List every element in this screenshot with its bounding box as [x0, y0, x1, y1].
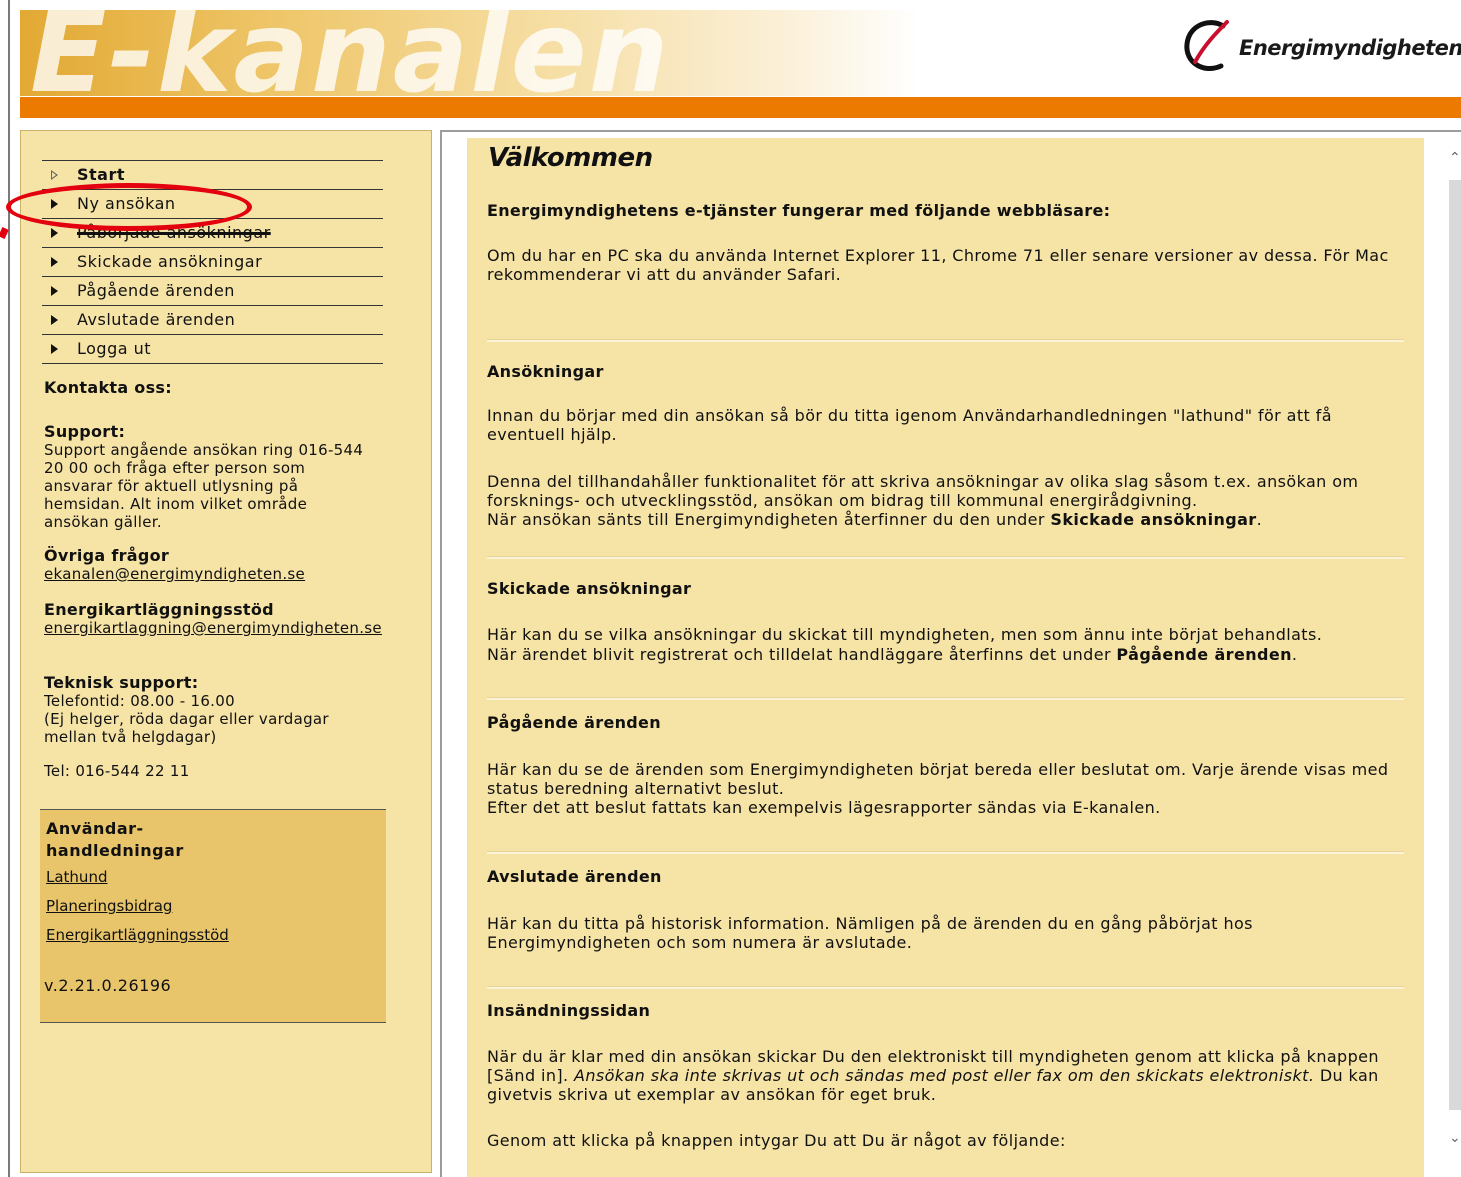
- sent-heading: Skickade ansökningar: [487, 579, 692, 598]
- triangle-right-icon: [51, 228, 58, 238]
- page-title: Välkommen: [488, 143, 653, 173]
- energy-audit-email-link[interactable]: energikartlaggning@energimyndigheten.se: [44, 619, 382, 637]
- section-divider: [487, 697, 1404, 700]
- section-divider: [487, 556, 1404, 559]
- other-questions-block: Övriga frågor ekanalen@energimyndigheten…: [44, 546, 384, 584]
- banner: E-kanalen: [20, 10, 920, 96]
- section-divider: [487, 986, 1404, 989]
- section-divider: [487, 339, 1404, 342]
- scrollbar-thumb[interactable]: [1449, 180, 1461, 1110]
- nav-item-label: Pågående ärenden: [77, 281, 235, 300]
- ongoing-text-1: Här kan du se de ärenden som Energimyndi…: [487, 760, 1389, 798]
- tech-support-heading: Teknisk support:: [44, 673, 199, 692]
- other-questions-heading: Övriga frågor: [44, 546, 170, 565]
- nav-item-label: Logga ut: [77, 339, 152, 358]
- support-block: Support: Support angående ansökan ring 0…: [44, 422, 384, 532]
- triangle-right-icon: [51, 286, 58, 296]
- submission-heading: Insändningssidan: [487, 1001, 651, 1020]
- applications-text-3: När ansökan sänts till Energimyndigheten…: [487, 510, 1263, 529]
- nav-item-avslutade-arenden[interactable]: Avslutade ärenden: [42, 306, 383, 335]
- tech-support-block: Teknisk support: Telefontid: 08.00 - 16.…: [44, 673, 384, 781]
- ongoing-text-2: Efter det att beslut fattats kan exempel…: [487, 798, 1161, 817]
- tech-support-phone: Tel: 016-544 22 11: [44, 762, 190, 780]
- triangle-right-icon: [51, 257, 58, 267]
- tech-support-hours: Telefontid: 08.00 - 16.00: [44, 692, 235, 710]
- support-text: Support angående ansökan ring 016-544 20…: [44, 441, 364, 531]
- nav-item-pagaende-arenden[interactable]: Pågående ärenden: [42, 277, 383, 306]
- user-guides-title: Användar- handledningar: [46, 819, 184, 860]
- nav-item-logga-ut[interactable]: Logga ut: [42, 335, 383, 364]
- support-heading: Support:: [44, 422, 126, 441]
- triangle-right-outline-icon: [51, 170, 58, 180]
- closed-heading: Avslutade ärenden: [487, 867, 662, 886]
- section-divider: [487, 851, 1404, 854]
- banner-title: E-kanalen: [30, 10, 671, 96]
- nav-item-label: Avslutade ärenden: [77, 310, 236, 329]
- sidebar: Start Ny ansökan Påbörjade ansökningar S…: [20, 130, 432, 1173]
- energy-audit-heading: Energikartläggningsstöd: [44, 600, 274, 619]
- header: E-kanalen Energimyndigheten: [20, 10, 1461, 118]
- scroll-down-icon[interactable]: ⌄: [1449, 1130, 1461, 1146]
- energy-audit-block: Energikartläggningsstöd energikartlaggni…: [44, 600, 384, 638]
- guide-link-energikartlaggningsstod[interactable]: Energikartläggningsstöd: [46, 926, 229, 944]
- ongoing-heading: Pågående ärenden: [487, 713, 661, 732]
- guide-link-lathund[interactable]: Lathund: [46, 868, 107, 886]
- logo-text: Energimyndigheten: [1239, 36, 1461, 60]
- window-edge: [8, 0, 10, 1177]
- triangle-right-icon: [51, 344, 58, 354]
- highlight-ellipse: [6, 183, 252, 231]
- nav-item-label: Skickade ansökningar: [77, 252, 263, 271]
- nav-item-skickade-ansokningar[interactable]: Skickade ansökningar: [42, 248, 383, 277]
- closed-text: Här kan du titta på historisk informatio…: [487, 914, 1253, 952]
- applications-text-2: Denna del tillhandahåller funktionalitet…: [487, 472, 1359, 510]
- vertical-scrollbar[interactable]: ⌃ ⌄: [1432, 140, 1461, 1173]
- version-label: v.2.21.0.26196: [44, 976, 172, 995]
- tech-support-note: (Ej helger, röda dagar eller vardagar me…: [44, 710, 329, 746]
- other-questions-email-link[interactable]: ekanalen@energimyndigheten.se: [44, 565, 305, 583]
- triangle-right-icon: [51, 315, 58, 325]
- scroll-up-icon[interactable]: ⌃: [1449, 150, 1461, 166]
- main-content: Välkommen Energimyndighetens e-tjänster …: [467, 138, 1424, 1177]
- header-orange-bar: [20, 97, 1461, 118]
- submission-text-2: Genom att klicka på knappen intygar Du a…: [487, 1131, 1066, 1150]
- user-guides-box: Användar- handledningar Lathund Planerin…: [40, 809, 386, 1023]
- submission-text-1: När du är klar med din ansökan skickar D…: [487, 1047, 1379, 1104]
- logo[interactable]: Energimyndigheten: [1183, 18, 1461, 78]
- browsers-text: Om du har en PC ska du använda Internet …: [487, 246, 1389, 284]
- energimyndigheten-logo-icon: [1184, 20, 1229, 71]
- applications-text-1: Innan du börjar med din ansökan så bör d…: [487, 406, 1332, 444]
- guide-link-planeringsbidrag[interactable]: Planeringsbidrag: [46, 897, 172, 915]
- sent-text-1: Här kan du se vilka ansökningar du skick…: [487, 625, 1323, 644]
- browsers-heading: Energimyndighetens e-tjänster fungerar m…: [487, 201, 1111, 220]
- contact-heading: Kontakta oss:: [44, 378, 172, 397]
- sent-text-2: När ärendet blivit registrerat och tilld…: [487, 645, 1298, 664]
- applications-heading: Ansökningar: [487, 362, 604, 381]
